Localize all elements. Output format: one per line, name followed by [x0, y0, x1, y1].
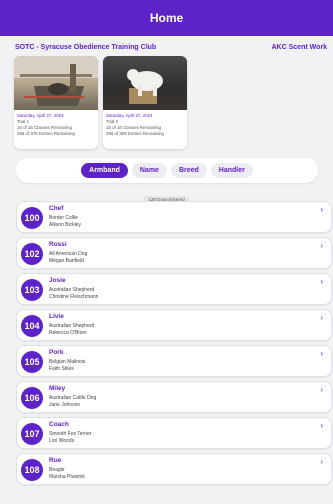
dog-breed: Border Collie — [49, 215, 78, 221]
dog-breed: Australian Cattle Dog — [49, 395, 97, 401]
dog-row[interactable]: 107 Coach Smooth Fox Terrier Lori Woods … — [16, 417, 332, 449]
trial-info-1: Saturday, April 27, 2024 Trial 1 16 of 1… — [14, 110, 98, 137]
dog-handler: Rebecca O'Brien — [49, 330, 87, 336]
dog-row[interactable]: 105 Pork Belgian Malinois Faith Stiles › — [16, 345, 332, 377]
dog-name: Miley — [49, 385, 66, 392]
trial-photo-2 — [103, 56, 187, 110]
dog-name: Josie — [49, 277, 66, 284]
dog-handler: Allison Bickley — [49, 222, 81, 228]
tab-breed[interactable]: Breed — [170, 163, 207, 178]
dog-breed: Smooth Fox Terrier — [49, 431, 92, 437]
armband-badge: 100 — [21, 207, 43, 229]
dog-handler: Faith Stiles — [49, 366, 74, 372]
armband-badge: 107 — [21, 423, 43, 445]
chevron-right-icon[interactable]: › — [320, 385, 323, 394]
dog-handler: Marsha Pivarnik — [49, 474, 85, 480]
trials-carousel: Saturday, April 27, 2024 Trial 1 16 of 1… — [0, 52, 333, 149]
dog-row[interactable]: 106 Miley Australian Cattle Dog Jane Joh… — [16, 381, 332, 413]
dog-name: Coach — [49, 421, 69, 428]
dog-handler: Lori Woods — [49, 438, 75, 444]
trial-entries: 356 of 376 Entries Remaining — [17, 131, 75, 136]
dog-handler: Christine Fleischmann — [49, 294, 99, 300]
dog-handler: Megan Banfield — [49, 258, 84, 264]
trial-entries: 359 of 359 Entries Remaining — [106, 131, 164, 136]
tab-name[interactable]: Name — [131, 163, 167, 178]
trial-photo-1 — [14, 56, 98, 110]
armband-badge: 105 — [21, 351, 43, 373]
dog-row[interactable]: 108 Rue Beagle Marsha Pivarnik › — [16, 453, 332, 485]
chevron-right-icon[interactable]: › — [320, 241, 323, 250]
dog-name: Rossi — [49, 241, 67, 248]
chevron-right-icon[interactable]: › — [320, 349, 323, 358]
dog-breed: Belgian Malinois — [49, 359, 86, 365]
armband-badge: 108 — [21, 459, 43, 481]
dog-row[interactable]: 100 Chef Border Collie Allison Bickley › — [16, 201, 332, 233]
armband-badge: 106 — [21, 387, 43, 409]
dog-name: Rue — [49, 457, 62, 464]
dog-breed: Beagle — [49, 467, 65, 473]
dog-breed: Australian Shepherd — [49, 287, 95, 293]
chevron-right-icon[interactable]: › — [320, 421, 323, 430]
dog-handler: Jane Johnson — [49, 402, 81, 408]
trial-card-2[interactable]: Saturday, April 27, 2024 Trial 2 16 of 1… — [103, 56, 187, 149]
chevron-right-icon[interactable]: › — [320, 313, 323, 322]
chevron-right-icon[interactable]: › — [320, 205, 323, 214]
armband-badge: 103 — [21, 279, 43, 301]
dog-breed: Australian Shepherd — [49, 323, 95, 329]
dog-list: 100 Chef Border Collie Allison Bickley ›… — [16, 201, 332, 489]
sort-tabs: Armband Name Breed Handler — [16, 158, 318, 183]
dog-name: Pork — [49, 349, 64, 356]
chevron-right-icon[interactable]: › — [320, 277, 323, 286]
club-event-type[interactable]: AKC Scent Work — [272, 44, 328, 51]
dog-breed: All American Dog — [49, 251, 88, 257]
dog-row[interactable]: 104 Livie Australian Shepherd Rebecca O'… — [16, 309, 332, 341]
chevron-right-icon[interactable]: › — [320, 457, 323, 466]
page-title: Home — [149, 11, 184, 25]
club-row: SOTC - Syracuse Obedience Training Club … — [0, 36, 333, 52]
tab-armband[interactable]: Armband — [81, 163, 128, 178]
dog-name: Livie — [49, 313, 64, 320]
armband-badge: 104 — [21, 315, 43, 337]
club-name[interactable]: SOTC - Syracuse Obedience Training Club — [15, 44, 156, 51]
app-header: Home — [0, 0, 333, 36]
dog-name: Chef — [49, 205, 64, 212]
dog-row[interactable]: 102 Rossi All American Dog Megan Banfiel… — [16, 237, 332, 269]
dog-row[interactable]: 103 Josie Australian Shepherd Christine … — [16, 273, 332, 305]
trial-card-1[interactable]: Saturday, April 27, 2024 Trial 1 16 of 1… — [14, 56, 98, 149]
armband-badge: 102 — [21, 243, 43, 265]
tab-handler[interactable]: Handler — [210, 163, 253, 178]
trial-info-2: Saturday, April 27, 2024 Trial 2 16 of 1… — [103, 110, 187, 137]
